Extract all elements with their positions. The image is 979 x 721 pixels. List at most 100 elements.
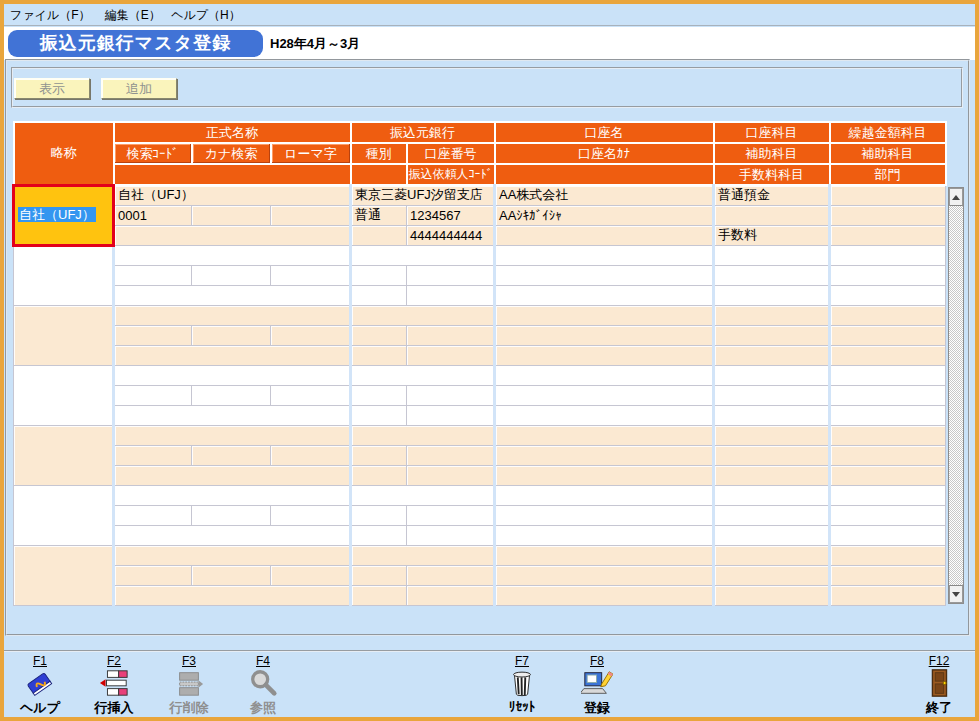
scroll-up-button[interactable] [949,188,963,206]
cell[interactable] [192,205,271,225]
cell[interactable] [351,305,495,325]
cell-bank-branch[interactable]: 東京三菱UFJ汐留支店 [351,185,495,205]
cell[interactable] [830,205,946,225]
cell[interactable] [192,265,271,285]
cell[interactable] [114,285,351,305]
cell[interactable] [351,465,407,485]
cell[interactable] [114,445,192,465]
cell[interactable] [714,505,830,525]
cell[interactable] [114,425,351,445]
cell[interactable] [495,545,714,565]
cell-type[interactable]: 普通 [351,205,407,225]
cell[interactable] [351,405,407,425]
cell[interactable] [714,445,830,465]
cell[interactable] [830,285,946,305]
cell[interactable] [114,365,351,385]
cell[interactable] [351,325,407,345]
cell[interactable] [114,385,192,405]
header-romaji-button[interactable]: ローマ字 [271,143,351,164]
cell[interactable] [495,345,714,365]
cell[interactable] [114,225,351,245]
cell[interactable] [830,505,946,525]
cell[interactable] [351,285,407,305]
cell[interactable] [714,425,830,445]
cell[interactable] [114,245,351,265]
cell[interactable] [407,565,495,585]
cell[interactable] [495,585,714,605]
cell[interactable] [830,465,946,485]
cell[interactable] [114,545,351,565]
cell[interactable] [714,525,830,545]
cell[interactable] [351,225,407,245]
cell[interactable] [830,425,946,445]
cell[interactable] [495,485,714,505]
cell[interactable] [271,565,351,585]
cell[interactable] [830,325,946,345]
cell[interactable] [351,345,407,365]
cell[interactable] [407,505,495,525]
cell[interactable] [495,365,714,385]
menu-help[interactable]: ヘルプ（H） [171,4,241,26]
cell[interactable] [830,485,946,505]
cell[interactable] [830,245,946,265]
cell[interactable] [351,385,407,405]
cell[interactable] [495,305,714,325]
cell[interactable] [407,585,495,605]
cell[interactable] [407,345,495,365]
cell[interactable] [114,505,192,525]
fkey-row-insert[interactable]: F2 行挿入 [88,654,140,717]
cell[interactable] [14,545,114,605]
cell[interactable] [714,205,830,225]
cell[interactable] [407,325,495,345]
cell[interactable] [114,265,192,285]
cell[interactable] [714,345,830,365]
header-kana-search-button[interactable]: カナ検索 [192,143,271,164]
header-search-code-button[interactable]: 検索ｺｰﾄﾞ [114,143,192,164]
cell[interactable] [830,225,946,245]
cell[interactable] [114,405,351,425]
cell[interactable] [351,425,495,445]
cell[interactable] [830,185,946,205]
cell[interactable] [14,245,114,305]
cell[interactable] [407,445,495,465]
fkey-exit[interactable]: F12 終了 [913,654,965,717]
scrollbar-track[interactable] [949,206,963,585]
cell[interactable] [351,365,495,385]
cell[interactable] [114,325,192,345]
cell[interactable] [192,445,271,465]
cell-abbr-selected[interactable]: 自社（UFJ） [14,185,114,245]
cell[interactable] [192,505,271,525]
cell[interactable] [271,385,351,405]
cell[interactable] [830,365,946,385]
cell[interactable] [351,545,495,565]
cell[interactable] [351,445,407,465]
cell[interactable] [714,585,830,605]
cell[interactable] [351,245,495,265]
cell-account-name[interactable]: AA株式会社 [495,185,714,205]
cell[interactable] [351,505,407,525]
cell[interactable] [271,505,351,525]
cell[interactable] [830,345,946,365]
cell[interactable] [830,445,946,465]
cell[interactable] [714,545,830,565]
cell-account-subject[interactable]: 普通預金 [714,185,830,205]
scroll-down-button[interactable] [949,585,963,603]
cell[interactable] [407,465,495,485]
add-button[interactable]: 追加 [101,78,177,99]
fkey-register[interactable]: F8 登録 [571,654,623,717]
cell[interactable] [192,565,271,585]
cell[interactable] [830,305,946,325]
cell[interactable] [714,245,830,265]
cell[interactable] [114,345,351,365]
cell[interactable] [271,205,351,225]
cell[interactable] [14,485,114,545]
table-vertical-scrollbar[interactable] [948,187,964,604]
cell[interactable] [351,485,495,505]
cell[interactable] [495,525,714,545]
cell[interactable] [495,425,714,445]
cell[interactable] [114,305,351,325]
cell[interactable] [192,385,271,405]
cell[interactable] [495,505,714,525]
menu-file[interactable]: ファイル（F） [10,4,90,26]
cell[interactable] [495,245,714,265]
